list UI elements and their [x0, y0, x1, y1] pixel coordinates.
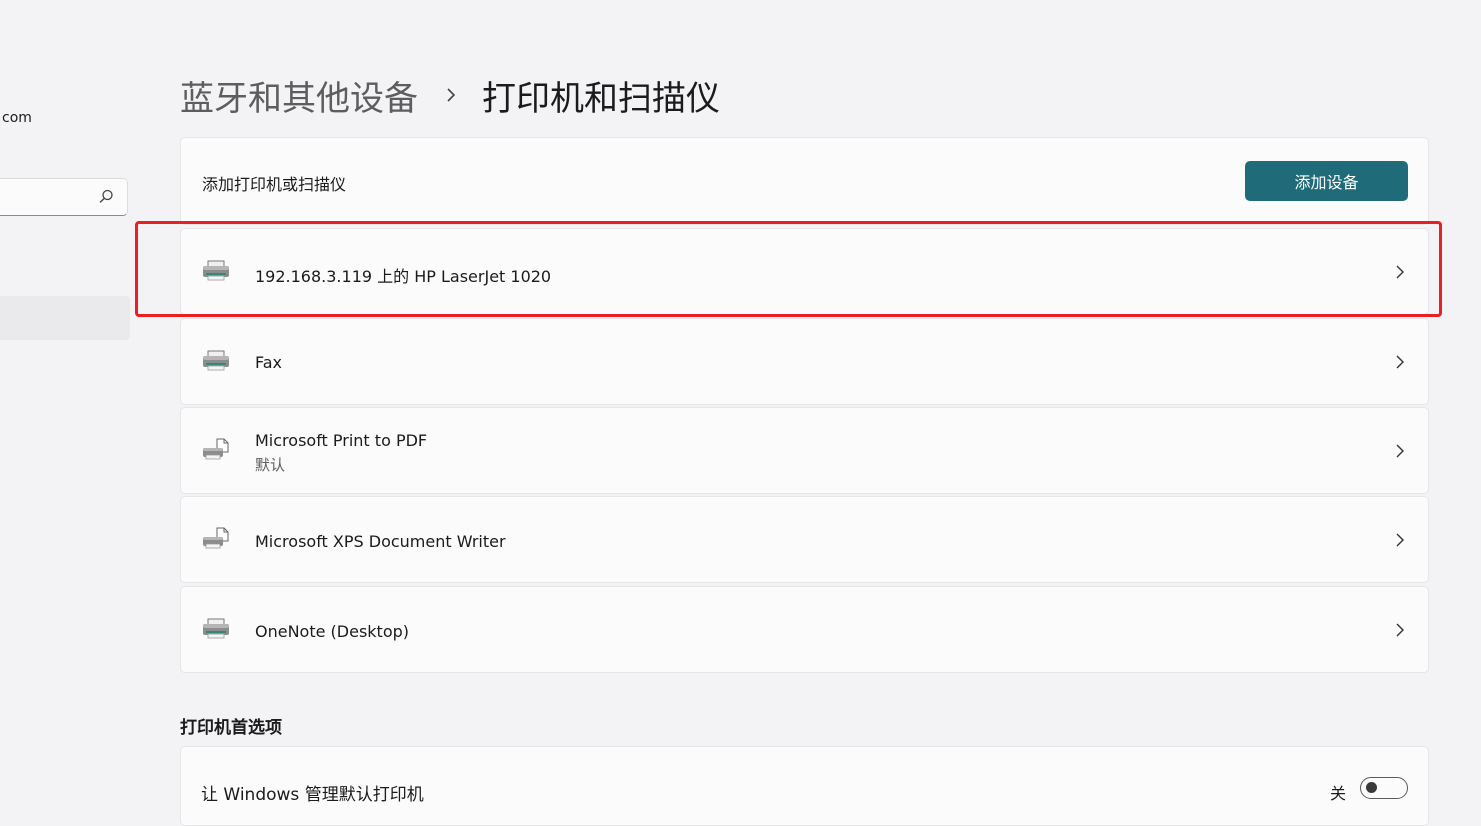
section-title-printer-preferences: 打印机首选项 — [180, 718, 282, 738]
printer-name: OneNote (Desktop) — [255, 622, 410, 641]
chevron-right-icon — [1396, 533, 1404, 547]
manage-default-printer-label: 让 Windows 管理默认打印机 — [201, 785, 424, 805]
chevron-right-icon — [1396, 265, 1404, 279]
printer-icon — [203, 260, 229, 281]
add-device-button[interactable]: 添加设备 — [1245, 161, 1408, 201]
toggle-state-label: 关 — [1329, 784, 1346, 803]
search-icon — [99, 189, 113, 203]
chevron-right-icon — [1396, 623, 1404, 637]
sidebar-item-selected[interactable] — [0, 296, 130, 340]
printer-row-print-to-pdf[interactable]: Microsoft Print to PDF 默认 — [180, 407, 1429, 494]
toggle-knob — [1366, 782, 1377, 793]
printer-name: 192.168.3.119 上的 HP LaserJet 1020 — [255, 267, 552, 286]
printer-icon — [203, 350, 229, 371]
chevron-right-icon — [1396, 355, 1404, 369]
chevron-right-icon — [1396, 444, 1404, 458]
printer-name: Fax — [255, 353, 283, 372]
manage-default-printer-toggle[interactable] — [1360, 777, 1408, 799]
virtual-printer-icon — [203, 438, 229, 460]
printer-row-onenote[interactable]: OneNote (Desktop) — [180, 586, 1429, 673]
add-printer-label: 添加打印机或扫描仪 — [202, 175, 347, 194]
settings-search-input[interactable] — [0, 178, 128, 216]
printer-icon — [203, 618, 229, 639]
page-title: 打印机和扫描仪 — [482, 78, 720, 119]
printer-row-fax[interactable]: Fax — [180, 318, 1429, 405]
printer-row-xps-writer[interactable]: Microsoft XPS Document Writer — [180, 496, 1429, 583]
printer-name: Microsoft XPS Document Writer — [255, 532, 506, 551]
printer-name: Microsoft Print to PDF — [255, 431, 428, 450]
printer-default-label: 默认 — [255, 456, 286, 474]
sidebar: com — [0, 0, 140, 798]
account-email: com — [2, 110, 32, 126]
manage-default-printer-card: 让 Windows 管理默认打印机 关 — [180, 746, 1429, 826]
chevron-right-icon — [447, 88, 456, 102]
breadcrumb: 蓝牙和其他设备 打印机和扫描仪 — [180, 70, 720, 120]
add-printer-card: 添加打印机或扫描仪 添加设备 — [180, 137, 1429, 225]
printer-row-hp-laserjet[interactable]: 192.168.3.119 上的 HP LaserJet 1020 — [180, 228, 1429, 315]
breadcrumb-parent-link[interactable]: 蓝牙和其他设备 — [180, 71, 418, 120]
virtual-printer-icon — [203, 527, 229, 549]
